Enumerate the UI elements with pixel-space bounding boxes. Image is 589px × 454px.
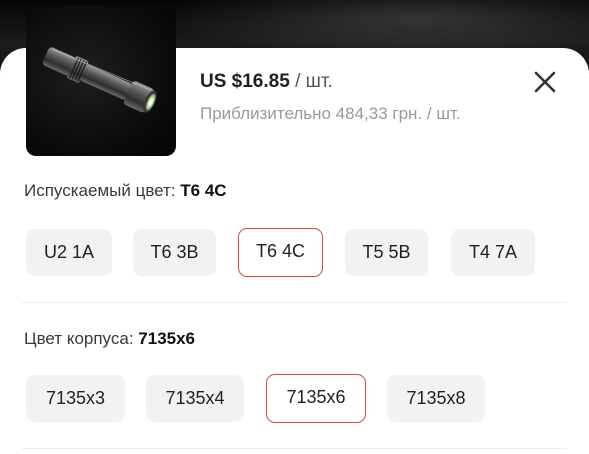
emission-color-title: Испускаемый цвет: T6 4C <box>24 181 227 201</box>
emission-color-selected: T6 4C <box>180 181 227 200</box>
option-emission-t6-4c[interactable]: T6 4C <box>238 228 323 277</box>
option-emission-t5-5b[interactable]: T5 5B <box>345 229 428 276</box>
option-body-7135x3[interactable]: 7135x3 <box>26 375 125 422</box>
close-icon <box>534 71 556 93</box>
section-divider-bottom <box>22 448 567 449</box>
product-thumbnail[interactable] <box>26 6 176 156</box>
option-body-7135x6[interactable]: 7135x6 <box>266 374 366 423</box>
price-amount: US $16.85 <box>200 71 290 92</box>
approximate-price: Приблизительно 484,33 грн. / шт. <box>200 104 461 123</box>
option-emission-t6-3b[interactable]: T6 3B <box>133 229 216 276</box>
body-color-selected: 7135x6 <box>138 329 196 348</box>
option-emission-u2-1a[interactable]: U2 1A <box>26 229 112 276</box>
flashlight-image <box>42 47 157 113</box>
price: US $16.85 / шт. <box>200 71 333 93</box>
emission-color-label: Испускаемый цвет: <box>24 181 181 200</box>
body-color-label: Цвет корпуса: <box>24 329 139 348</box>
price-unit: / шт. <box>289 71 333 92</box>
close-button[interactable] <box>528 65 562 99</box>
section-divider <box>22 302 567 303</box>
body-color-title: Цвет корпуса: 7135x6 <box>24 329 195 349</box>
option-emission-t4-7a[interactable]: T4 7A <box>451 229 535 276</box>
option-body-7135x8[interactable]: 7135x8 <box>387 375 485 422</box>
option-body-7135x4[interactable]: 7135x4 <box>146 375 244 422</box>
